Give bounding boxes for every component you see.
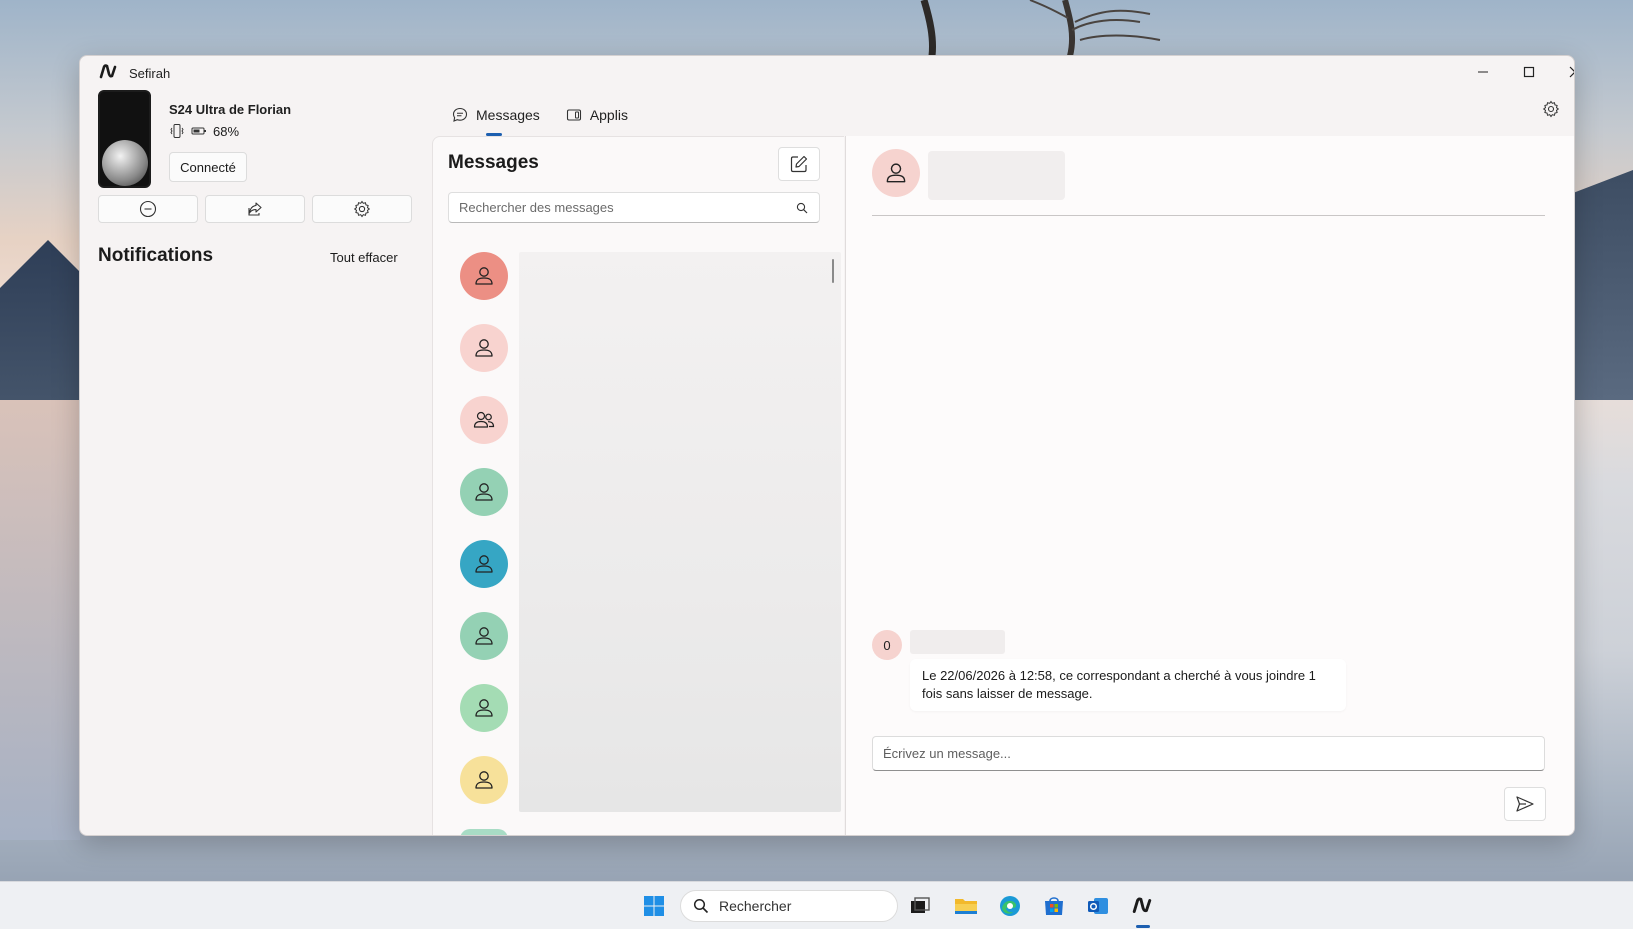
main-tabs: Messages Applis xyxy=(450,100,630,136)
phone-vibrate-icon xyxy=(170,124,184,138)
wallpaper-mountain-right xyxy=(1573,170,1633,400)
conversation-avatar xyxy=(872,149,920,197)
start-button[interactable] xyxy=(638,890,670,922)
share-icon xyxy=(248,202,262,216)
person-icon xyxy=(475,483,493,501)
disconnect-button[interactable] xyxy=(98,195,198,223)
minimize-icon xyxy=(1478,71,1488,73)
gear-icon xyxy=(353,200,371,218)
person-icon xyxy=(475,627,493,645)
taskbar: Rechercher xyxy=(0,881,1633,929)
outlook-button[interactable] xyxy=(1082,890,1114,922)
conversation-list-item[interactable] xyxy=(460,396,508,444)
microsoft-store-button[interactable] xyxy=(1038,890,1070,922)
store-icon xyxy=(1045,897,1063,915)
clear-all-notifications-button[interactable]: Tout effacer xyxy=(330,250,398,265)
app-window: Sefirah S24 Ultra de Florian 68% Connect… xyxy=(79,55,1575,836)
share-button[interactable] xyxy=(205,195,305,223)
contact-avatar-partial xyxy=(460,829,508,835)
redacted-conversation-previews xyxy=(519,252,841,812)
redacted-sender-name xyxy=(910,630,1005,654)
redacted-contact-name xyxy=(928,151,1065,200)
person-icon xyxy=(475,339,493,357)
conversation-list-item[interactable] xyxy=(460,756,508,804)
minus-circle-icon xyxy=(139,200,157,218)
search-messages-field[interactable] xyxy=(448,192,820,223)
missed-call-message: Le 22/06/2026 à 12:58, ce correspondant … xyxy=(910,659,1346,711)
maximize-button[interactable] xyxy=(1506,56,1552,88)
battery-level: 68% xyxy=(213,123,240,139)
person-icon xyxy=(475,771,493,789)
close-icon xyxy=(1569,66,1574,78)
device-settings-button[interactable] xyxy=(312,195,412,223)
window-title: Sefirah xyxy=(129,66,171,81)
person-icon xyxy=(475,267,493,285)
search-messages-input[interactable] xyxy=(449,193,779,222)
person-icon xyxy=(475,699,493,717)
chat-bubble-icon xyxy=(452,107,468,122)
messages-heading: Messages xyxy=(448,152,539,173)
device-name: S24 Ultra de Florian xyxy=(169,102,292,117)
minimize-button[interactable] xyxy=(1460,56,1506,88)
search-icon xyxy=(693,898,709,914)
battery-icon xyxy=(191,127,206,135)
conversation-list-item[interactable] xyxy=(460,468,508,516)
tab-messages-label: Messages xyxy=(476,107,540,123)
sefirah-logo-icon xyxy=(1132,897,1152,913)
message-sender-avatar: 0 xyxy=(872,630,902,660)
edge-browser-button[interactable] xyxy=(994,890,1026,922)
wallpaper-mountain-left xyxy=(0,240,80,400)
conversation-list-item[interactable] xyxy=(460,324,508,372)
close-button[interactable] xyxy=(1552,56,1574,88)
conversation-list-item[interactable] xyxy=(460,684,508,732)
moon-image xyxy=(102,140,148,186)
edge-icon xyxy=(1000,896,1020,916)
device-status: 68% xyxy=(169,123,239,139)
notifications-heading: Notifications xyxy=(98,245,214,266)
send-button[interactable] xyxy=(1504,787,1546,821)
message-compose-field[interactable] xyxy=(872,736,1545,771)
search-icon xyxy=(796,202,808,214)
conversation-list-scrollbar[interactable] xyxy=(832,259,834,283)
windows-logo-icon xyxy=(644,896,664,916)
send-icon xyxy=(1516,796,1534,812)
phone-wallpaper-thumbnail xyxy=(98,90,151,188)
conversation-list-item[interactable] xyxy=(460,252,508,300)
sefirah-taskbar-button[interactable] xyxy=(1126,890,1158,922)
apps-icon xyxy=(566,109,581,121)
task-view-button[interactable] xyxy=(904,890,936,922)
app-settings-gear-icon[interactable] xyxy=(1542,100,1560,118)
person-icon xyxy=(886,163,906,183)
task-view-icon xyxy=(911,897,930,913)
title-bar[interactable]: Sefirah xyxy=(80,56,1574,90)
outlook-icon xyxy=(1088,898,1108,914)
conversation-list-item[interactable] xyxy=(460,612,508,660)
header-divider xyxy=(872,215,1545,216)
tab-apps-label: Applis xyxy=(589,107,628,123)
taskbar-search-label: Rechercher xyxy=(719,898,792,914)
device-pane: S24 Ultra de Florian 68% Connecté Notifi… xyxy=(80,90,440,835)
message-input[interactable] xyxy=(873,737,1544,770)
conversation-list-panel: Messages xyxy=(432,136,844,835)
wallpaper-lake-left xyxy=(0,400,80,840)
active-app-indicator xyxy=(1136,925,1150,928)
taskbar-search[interactable]: Rechercher xyxy=(680,890,898,922)
person-icon xyxy=(475,555,493,573)
maximize-icon xyxy=(1523,66,1535,78)
sefirah-logo-icon xyxy=(99,64,117,79)
conversation-list-item[interactable] xyxy=(460,540,508,588)
connection-status-button[interactable]: Connecté xyxy=(169,152,247,182)
tab-messages[interactable]: Messages xyxy=(450,100,542,136)
compose-icon xyxy=(790,155,808,173)
people-icon xyxy=(473,411,495,428)
folder-icon xyxy=(955,899,977,914)
wallpaper-tree xyxy=(920,0,1161,56)
file-explorer-button[interactable] xyxy=(950,890,982,922)
conversation-panel: 0 Le 22/06/2026 à 12:58, ce correspondan… xyxy=(845,136,1574,835)
new-message-button[interactable] xyxy=(778,147,820,181)
tab-apps[interactable]: Applis xyxy=(564,100,630,130)
